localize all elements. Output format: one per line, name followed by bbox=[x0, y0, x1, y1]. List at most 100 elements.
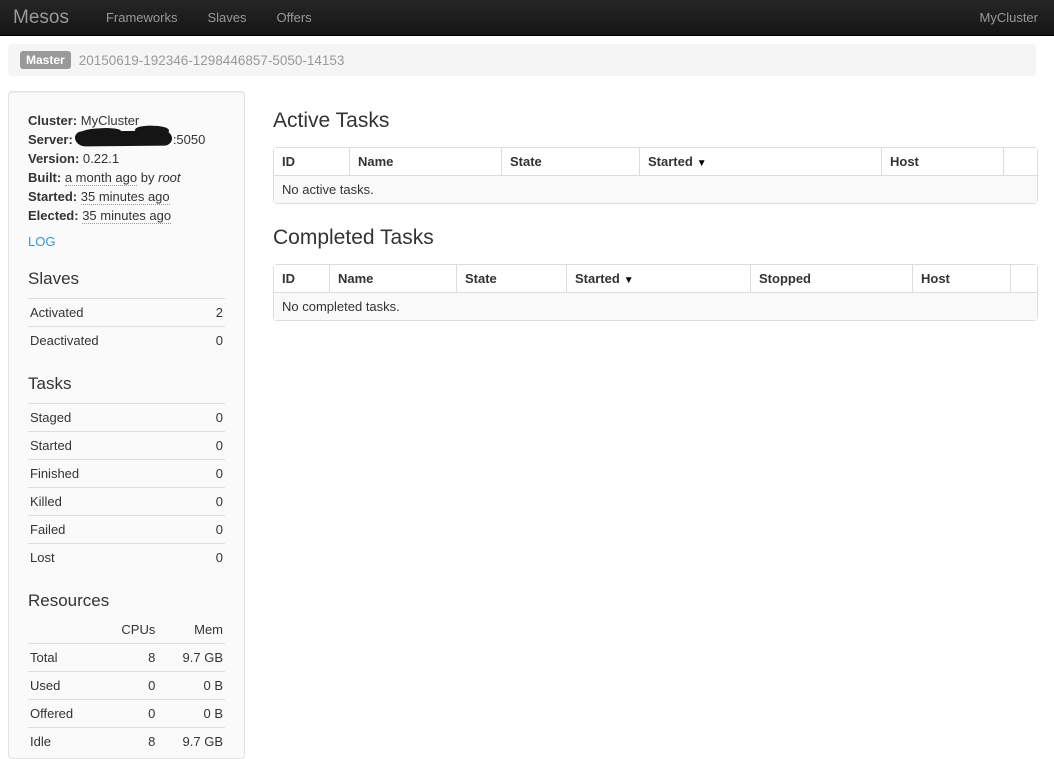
stat-label: Failed bbox=[28, 516, 191, 544]
stat-value: 0 B bbox=[157, 700, 225, 728]
stat-value: 9.7 GB bbox=[157, 728, 225, 756]
column-header-blank bbox=[1003, 148, 1037, 175]
resources-col-blank bbox=[28, 620, 100, 644]
column-header-started[interactable]: Started▼ bbox=[639, 148, 881, 175]
stat-value: 0 bbox=[191, 488, 225, 516]
table-row: Activated 2 bbox=[28, 299, 225, 327]
elected-time: 35 minutes ago bbox=[82, 208, 171, 224]
table-header-row: ID Name State Started▼ Host bbox=[274, 148, 1037, 175]
stat-value: 0 bbox=[191, 432, 225, 460]
nav-item-frameworks[interactable]: Frameworks bbox=[91, 0, 193, 36]
column-header-name[interactable]: Name bbox=[329, 265, 456, 292]
navbar-brand-mesos[interactable]: Mesos bbox=[13, 0, 69, 36]
resources-col-cpus: CPUs bbox=[100, 620, 158, 644]
stat-value: 0 bbox=[191, 544, 225, 572]
stat-value: 0 bbox=[100, 672, 158, 700]
resources-section-title: Resources bbox=[28, 590, 225, 612]
resources-table: CPUs Mem Total 8 9.7 GB Used 0 0 B Offer… bbox=[28, 620, 225, 755]
started-info-line: Started: 35 minutes ago bbox=[28, 187, 225, 206]
stat-label: Total bbox=[28, 644, 100, 672]
stat-value: 0 bbox=[191, 404, 225, 432]
tasks-table: Staged 0 Started 0 Finished 0 Killed 0 F… bbox=[28, 403, 225, 571]
stat-value: 0 bbox=[199, 327, 225, 355]
table-row: Killed 0 bbox=[28, 488, 225, 516]
cluster-info-line: Cluster: MyCluster bbox=[28, 111, 225, 130]
sort-descending-icon: ▼ bbox=[697, 158, 707, 169]
column-header-state[interactable]: State bbox=[456, 265, 566, 292]
master-id: 20150619-192346-1298446857-5050-14153 bbox=[79, 53, 345, 68]
column-header-state[interactable]: State bbox=[501, 148, 639, 175]
built-user: root bbox=[158, 170, 180, 185]
stat-value: 0 B bbox=[157, 672, 225, 700]
column-header-stopped[interactable]: Stopped bbox=[750, 265, 912, 292]
empty-row: No active tasks. bbox=[274, 175, 1037, 203]
table-row: CPUs Mem bbox=[28, 620, 225, 644]
active-tasks-table: ID Name State Started▼ Host No active ta… bbox=[273, 147, 1038, 204]
stat-label: Deactivated bbox=[28, 327, 199, 355]
redaction-mark bbox=[75, 130, 172, 146]
slaves-table: Activated 2 Deactivated 0 bbox=[28, 298, 225, 354]
stat-value: 0 bbox=[100, 700, 158, 728]
table-row: Lost 0 bbox=[28, 544, 225, 572]
stat-label: Activated bbox=[28, 299, 199, 327]
version-value: 0.22.1 bbox=[83, 151, 119, 166]
log-link[interactable]: LOG bbox=[28, 234, 55, 249]
server-label: Server: bbox=[28, 132, 73, 147]
completed-tasks-title: Completed Tasks bbox=[273, 224, 1036, 251]
stat-label: Offered bbox=[28, 700, 100, 728]
column-header-blank bbox=[1010, 265, 1037, 292]
column-header-started[interactable]: Started▼ bbox=[566, 265, 750, 292]
server-port: :5050 bbox=[173, 132, 206, 147]
elected-info-line: Elected: 35 minutes ago bbox=[28, 206, 225, 225]
version-info-line: Version: 0.22.1 bbox=[28, 149, 225, 168]
sort-descending-icon: ▼ bbox=[624, 275, 634, 286]
navbar-cluster-name: MyCluster bbox=[979, 10, 1054, 25]
tasks-section-title: Tasks bbox=[28, 373, 225, 395]
stat-value: 0 bbox=[191, 516, 225, 544]
version-label: Version: bbox=[28, 151, 79, 166]
table-row: Finished 0 bbox=[28, 460, 225, 488]
stat-value: 0 bbox=[191, 460, 225, 488]
table-row: Started 0 bbox=[28, 432, 225, 460]
stat-label: Started bbox=[28, 432, 191, 460]
table-row: Total 8 9.7 GB bbox=[28, 644, 225, 672]
slaves-section-title: Slaves bbox=[28, 268, 225, 290]
column-header-host[interactable]: Host bbox=[912, 265, 1010, 292]
column-header-id[interactable]: ID bbox=[274, 148, 349, 175]
cluster-label: Cluster: bbox=[28, 113, 77, 128]
column-header-name[interactable]: Name bbox=[349, 148, 501, 175]
stat-value: 9.7 GB bbox=[157, 644, 225, 672]
main-content: Active Tasks ID Name State Started▼ Host… bbox=[273, 91, 1036, 341]
active-tasks-title: Active Tasks bbox=[273, 107, 1036, 134]
completed-tasks-table: ID Name State Started▼ Stopped Host No c… bbox=[273, 264, 1038, 321]
stat-value: 8 bbox=[100, 728, 158, 756]
empty-message: No completed tasks. bbox=[274, 292, 1037, 320]
built-label: Built: bbox=[28, 170, 61, 185]
nav-item-offers[interactable]: Offers bbox=[262, 0, 327, 36]
table-row: Failed 0 bbox=[28, 516, 225, 544]
sidebar-panel: Cluster: MyCluster Server: :5050 Version:… bbox=[8, 91, 245, 759]
stat-value: 2 bbox=[199, 299, 225, 327]
empty-row: No completed tasks. bbox=[274, 292, 1037, 320]
cluster-value: MyCluster bbox=[81, 113, 140, 128]
column-header-id[interactable]: ID bbox=[274, 265, 329, 292]
resources-col-mem: Mem bbox=[157, 620, 225, 644]
column-header-host[interactable]: Host bbox=[881, 148, 1003, 175]
server-info-line: Server: :5050 bbox=[28, 130, 225, 149]
top-navbar: Mesos Frameworks Slaves Offers MyCluster bbox=[0, 0, 1054, 36]
stat-label: Used bbox=[28, 672, 100, 700]
elected-label: Elected: bbox=[28, 208, 79, 223]
stat-label: Finished bbox=[28, 460, 191, 488]
table-header-row: ID Name State Started▼ Stopped Host bbox=[274, 265, 1037, 292]
built-connector: by bbox=[141, 170, 155, 185]
master-badge: Master bbox=[20, 51, 71, 69]
breadcrumb: Master 20150619-192346-1298446857-5050-1… bbox=[8, 44, 1036, 76]
table-row: Used 0 0 B bbox=[28, 672, 225, 700]
started-label: Started: bbox=[28, 189, 77, 204]
table-row: Idle 8 9.7 GB bbox=[28, 728, 225, 756]
stat-value: 8 bbox=[100, 644, 158, 672]
stat-label: Killed bbox=[28, 488, 191, 516]
built-time: a month ago bbox=[65, 170, 137, 186]
built-info-line: Built: a month ago by root bbox=[28, 168, 225, 187]
nav-item-slaves[interactable]: Slaves bbox=[192, 0, 261, 36]
